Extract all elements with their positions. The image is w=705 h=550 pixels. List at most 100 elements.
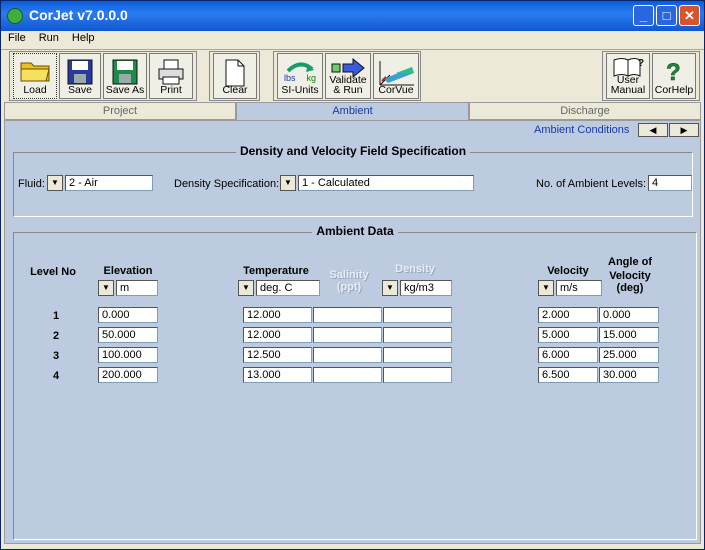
print-button[interactable]: Print: [149, 53, 193, 99]
next-page-button[interactable]: ▶: [669, 123, 699, 137]
salinity-header: Salinity: [329, 269, 369, 281]
validate-run-button[interactable]: Validate & Run: [325, 53, 371, 99]
temperature-header: Temperature: [243, 265, 309, 277]
angle-cell[interactable]: 0.000: [599, 307, 659, 323]
ambient-panel: Ambient Conditions ◀ ▶ Density and Veloc…: [4, 120, 701, 544]
folder-icon: [20, 62, 50, 82]
salinity-cell[interactable]: [313, 367, 382, 383]
velocity-cell[interactable]: 2.000: [538, 307, 598, 323]
elevation-header: Elevation: [103, 265, 153, 277]
menu-help[interactable]: Help: [65, 31, 101, 44]
velocity-cell[interactable]: 6.000: [538, 347, 598, 363]
load-button[interactable]: Load: [13, 53, 57, 99]
user-manual-button[interactable]: ? User Manual: [606, 53, 650, 99]
temperature-unit-dropdown-button[interactable]: ▼: [238, 280, 254, 296]
density-cell[interactable]: [383, 327, 452, 343]
row-level-no: 2: [52, 330, 60, 342]
elevation-cell[interactable]: 0.000: [98, 307, 158, 323]
tab-discharge[interactable]: Discharge: [469, 102, 701, 120]
run-label: & Run: [333, 84, 363, 96]
density-unit-dropdown-button[interactable]: ▼: [382, 280, 398, 296]
corhelp-label: CorHelp: [654, 84, 694, 96]
close-button[interactable]: ✕: [679, 5, 700, 26]
temperature-unit-field[interactable]: deg. C: [256, 280, 320, 296]
temperature-cell[interactable]: 12.500: [243, 347, 312, 363]
elevation-cell[interactable]: 50.000: [98, 327, 158, 343]
angle-header-line1: Angle of: [608, 256, 652, 268]
elevation-unit-dropdown-button[interactable]: ▼: [98, 280, 114, 296]
floppy-disk-green-icon: [112, 59, 138, 85]
plume-plot-icon: [379, 61, 414, 86]
temperature-cell[interactable]: 13.000: [243, 367, 312, 383]
si-kg-label: kg: [306, 73, 316, 83]
toolbar: Load Save Save As Print Clear lbs kg SI-U…: [1, 49, 704, 101]
density-spec-dropdown-button[interactable]: ▼: [280, 175, 296, 191]
salinity-cell[interactable]: [313, 327, 382, 343]
velocity-unit-dropdown-button[interactable]: ▼: [538, 280, 554, 296]
clear-label: Clear: [222, 84, 248, 96]
elevation-cell[interactable]: 200.000: [98, 367, 158, 383]
clear-button[interactable]: Clear: [213, 53, 257, 99]
corvue-button[interactable]: CorVue: [373, 53, 419, 99]
temperature-cell[interactable]: 12.000: [243, 307, 312, 323]
velocity-cell[interactable]: 5.000: [538, 327, 598, 343]
elevation-cell[interactable]: 100.000: [98, 347, 158, 363]
corhelp-button[interactable]: ? CorHelp: [652, 53, 696, 99]
angle-header-line3: (deg): [616, 282, 644, 294]
ambient-levels-field[interactable]: 4: [648, 175, 692, 191]
save-button[interactable]: Save: [59, 53, 101, 99]
si-lbs-label: lbs: [284, 73, 296, 83]
svg-text:?: ?: [666, 59, 681, 84]
save-as-button[interactable]: Save As: [103, 53, 147, 99]
ambient-data-title: Ambient Data: [312, 224, 398, 238]
tab-project[interactable]: Project: [4, 102, 236, 120]
minimize-button[interactable]: _: [633, 5, 654, 26]
velocity-unit-field[interactable]: m/s: [556, 280, 602, 296]
angle-cell[interactable]: 15.000: [599, 327, 659, 343]
si-units-button[interactable]: lbs kg SI-Units: [277, 53, 323, 99]
app-icon: [7, 8, 23, 24]
level-no-header: Level No: [30, 266, 76, 278]
save-label: Save: [68, 84, 92, 96]
floppy-disk-icon: [67, 59, 93, 85]
density-spec-field[interactable]: 1 - Calculated: [298, 175, 474, 191]
density-cell[interactable]: [383, 367, 452, 383]
salinity-cell[interactable]: [313, 347, 382, 363]
save-as-label: Save As: [105, 84, 145, 96]
salinity-cell[interactable]: [313, 307, 382, 323]
si-units-label: SI-Units: [281, 84, 319, 96]
velocity-cell[interactable]: 6.500: [538, 367, 598, 383]
elevation-unit-field[interactable]: m: [116, 280, 158, 296]
title-bar: CorJet v7.0.0.0 _ □ ✕: [1, 1, 704, 31]
maximize-button[interactable]: □: [656, 5, 677, 26]
app-window: CorJet v7.0.0.0 _ □ ✕ File Run Help Load S…: [0, 0, 705, 550]
density-velocity-title: Density and Velocity Field Specification: [235, 144, 471, 158]
help-question-icon: ?: [666, 59, 681, 84]
row-level-no: 3: [52, 350, 60, 362]
menu-bar: File Run Help: [1, 31, 704, 49]
temperature-cell[interactable]: 12.000: [243, 327, 312, 343]
density-cell[interactable]: [383, 307, 452, 323]
density-velocity-groupbox: Density and Velocity Field Specification…: [13, 144, 693, 217]
density-header: Density: [395, 263, 435, 275]
angle-header-line2: Velocity: [609, 270, 651, 282]
fluid-field[interactable]: 2 - Air: [65, 175, 153, 191]
tab-ambient[interactable]: Ambient: [236, 102, 469, 120]
density-cell[interactable]: [383, 347, 452, 363]
menu-file[interactable]: File: [1, 31, 32, 44]
print-label: Print: [160, 84, 182, 96]
fluid-label: Fluid:: [18, 178, 45, 190]
printer-icon: [158, 59, 184, 85]
prev-page-button[interactable]: ◀: [638, 123, 668, 137]
ambient-data-groupbox: Ambient Data Level No Elevation Temperat…: [13, 224, 697, 540]
user-manual-label-line2: Manual: [610, 84, 646, 96]
row-level-no: 1: [52, 310, 60, 322]
menu-run[interactable]: Run: [32, 31, 65, 44]
velocity-header: Velocity: [547, 265, 589, 277]
fluid-dropdown-button[interactable]: ▼: [47, 175, 63, 191]
density-unit-field[interactable]: kg/m3: [400, 280, 452, 296]
angle-cell[interactable]: 30.000: [599, 367, 659, 383]
angle-cell[interactable]: 25.000: [599, 347, 659, 363]
load-label: Load: [23, 84, 47, 96]
blank-page-icon: [225, 59, 245, 87]
